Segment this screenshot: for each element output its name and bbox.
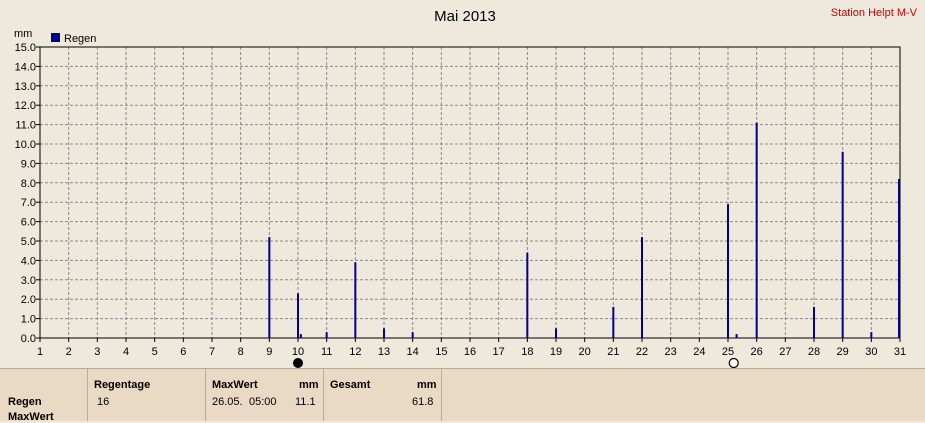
summary-panel: Regen MaxWert Regentage 16 MaxWert mm 26… bbox=[0, 368, 925, 423]
x-tick-label: 31 bbox=[894, 346, 906, 358]
rain-bar bbox=[641, 237, 643, 338]
regentage-value: 16 bbox=[97, 396, 110, 408]
y-tick-label: 15.0 bbox=[15, 42, 36, 54]
x-tick-label: 7 bbox=[209, 346, 215, 358]
y-tick-label: 3.0 bbox=[21, 275, 36, 287]
x-tick-label: 21 bbox=[607, 346, 619, 358]
rain-bar bbox=[555, 328, 557, 338]
rain-bar bbox=[526, 252, 529, 338]
x-tick-label: 1 bbox=[37, 346, 43, 358]
x-tick-label: 9 bbox=[266, 346, 272, 358]
rain-bar bbox=[841, 151, 844, 338]
rain-bar bbox=[755, 122, 758, 338]
x-tick-label: 23 bbox=[665, 346, 677, 358]
x-tick-label: 27 bbox=[779, 346, 791, 358]
y-tick-label: 0.0 bbox=[21, 333, 36, 345]
y-tick-label: 14.0 bbox=[15, 61, 36, 73]
new-moon-icon bbox=[293, 358, 303, 368]
x-tick-label: 15 bbox=[435, 346, 447, 358]
summary-gesamt-cell: Gesamt mm 61.8 bbox=[323, 369, 442, 421]
x-tick-label: 12 bbox=[349, 346, 361, 358]
y-tick-label: 5.0 bbox=[21, 236, 36, 248]
summary-row-label-regen: Regen bbox=[8, 396, 42, 408]
y-axis-unit: mm bbox=[14, 28, 32, 40]
maxwert-date: 26.05. bbox=[212, 396, 243, 408]
rain-bar bbox=[354, 262, 357, 338]
rain-bar bbox=[411, 332, 414, 338]
rain-bar bbox=[870, 332, 873, 338]
x-tick-label: 8 bbox=[238, 346, 244, 358]
x-tick-label: 2 bbox=[66, 346, 72, 358]
x-tick-label: 16 bbox=[464, 346, 476, 358]
x-tick-label: 29 bbox=[837, 346, 849, 358]
regentage-header: Regentage bbox=[94, 379, 151, 391]
rain-chart: Mai 2013 Station Helpt M-V mm Regen 0.01… bbox=[14, 7, 918, 368]
rain-bar bbox=[268, 237, 271, 338]
rain-bar bbox=[383, 328, 385, 338]
y-tick-label: 4.0 bbox=[21, 255, 36, 267]
x-tick-label: 26 bbox=[751, 346, 763, 358]
maxwert-value: 11.1 bbox=[295, 396, 316, 408]
x-tick-label: 30 bbox=[865, 346, 877, 358]
x-tick-label: 11 bbox=[321, 346, 332, 358]
y-tick-label: 10.0 bbox=[15, 139, 36, 151]
y-tick-label: 12.0 bbox=[15, 100, 36, 112]
x-tick-label: 19 bbox=[550, 346, 562, 358]
gesamt-header: Gesamt bbox=[330, 379, 371, 391]
rain-bar bbox=[898, 178, 900, 338]
x-tick-label: 4 bbox=[123, 346, 129, 358]
y-tick-label: 6.0 bbox=[21, 217, 36, 229]
plot-area: 0.01.02.03.04.05.06.07.08.09.010.011.012… bbox=[15, 42, 906, 368]
x-tick-label: 28 bbox=[808, 346, 820, 358]
summary-regentage-cell: Regentage 16 bbox=[87, 369, 206, 421]
rain-bar bbox=[735, 334, 738, 338]
x-tick-label: 10 bbox=[292, 346, 304, 358]
rain-bar bbox=[813, 306, 815, 338]
maxwert-unit: mm bbox=[299, 379, 319, 391]
y-tick-label: 13.0 bbox=[15, 81, 36, 93]
x-tick-label: 13 bbox=[378, 346, 390, 358]
x-tick-label: 6 bbox=[180, 346, 186, 358]
rain-bar bbox=[297, 293, 299, 338]
summary-maxwert-cell: MaxWert mm 26.05. 05:00 11.1 bbox=[205, 369, 324, 421]
x-tick-label: 25 bbox=[722, 346, 734, 358]
maxwert-header: MaxWert bbox=[212, 379, 258, 391]
y-tick-label: 9.0 bbox=[21, 158, 36, 170]
legend-label: Regen bbox=[64, 33, 96, 45]
legend-swatch bbox=[51, 33, 60, 42]
x-tick-label: 24 bbox=[693, 346, 705, 358]
rain-bar bbox=[727, 204, 729, 338]
station-label: Station Helpt M-V bbox=[831, 7, 918, 19]
summary-row-label-maxwert: MaxWert bbox=[8, 411, 54, 423]
x-tick-label: 17 bbox=[493, 346, 505, 358]
x-tick-label: 22 bbox=[636, 346, 648, 358]
y-tick-label: 11.0 bbox=[15, 120, 36, 132]
y-tick-label: 1.0 bbox=[21, 314, 36, 326]
y-tick-label: 8.0 bbox=[21, 178, 36, 190]
gesamt-unit: mm bbox=[417, 379, 437, 391]
rain-bar bbox=[299, 334, 302, 338]
y-tick-label: 7.0 bbox=[21, 197, 36, 209]
rain-bar bbox=[612, 306, 615, 338]
x-tick-label: 18 bbox=[521, 346, 533, 358]
maxwert-time: 05:00 bbox=[249, 396, 277, 408]
summary-row-labels-cell: Regen MaxWert bbox=[0, 369, 88, 423]
x-tick-label: 5 bbox=[152, 346, 158, 358]
y-tick-label: 2.0 bbox=[21, 294, 36, 306]
x-tick-label: 20 bbox=[579, 346, 591, 358]
gesamt-value: 61.8 bbox=[412, 396, 434, 408]
x-tick-label: 14 bbox=[407, 346, 419, 358]
rain-bar bbox=[325, 332, 328, 338]
chart-title: Mai 2013 bbox=[434, 8, 496, 25]
full-moon-icon bbox=[728, 357, 739, 368]
x-tick-label: 3 bbox=[94, 346, 100, 358]
